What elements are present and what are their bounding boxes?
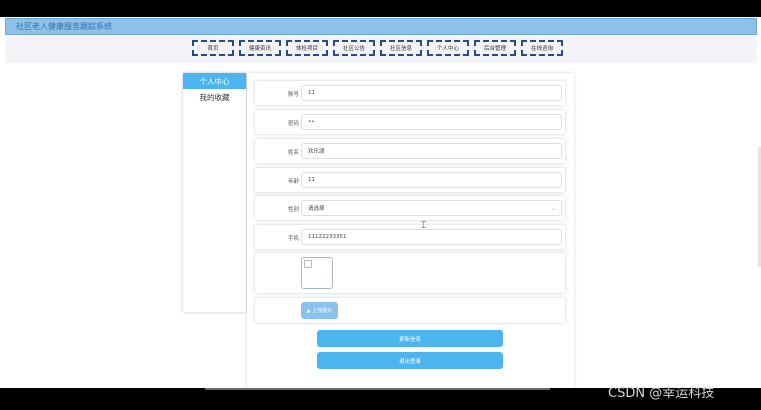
name-row: 姓名 欢乐颂 (255, 139, 565, 163)
account-row: 账号 11 (255, 81, 565, 105)
broken-image-icon (304, 260, 312, 268)
nav-item-checkup[interactable]: 体检项目 (286, 40, 328, 56)
horizontal-scrollbar[interactable] (205, 388, 550, 390)
nav-item-profile[interactable]: 个人中心 (427, 40, 469, 56)
account-label: 账号 (287, 92, 299, 98)
age-row: 年龄 11 (255, 168, 565, 192)
gender-row: 性别 请选择 ⌄ (255, 196, 565, 220)
nav-item-consult[interactable]: 在线咨询 (521, 40, 563, 56)
app-title: 社区老人健康服务跟踪系统 (16, 22, 112, 31)
nav-item-health-news[interactable]: 健康资讯 (239, 40, 281, 56)
avatar-row (255, 253, 565, 293)
profile-form: 账号 11 密码 •• 姓名 欢乐颂 年龄 11 性别 请选择 ⌄ 手机 111… (247, 73, 574, 388)
mouse-cursor-icon: ⌶ (421, 221, 427, 231)
upload-button-label: 上传图片 (312, 308, 333, 314)
app-frame: 社区老人健康服务跟踪系统 首页 健康资讯 体检项目 社区公告 社区信息 个人中心… (0, 17, 761, 388)
upload-row: ▲ 上传图片 (255, 298, 565, 323)
age-label: 年龄 (287, 179, 299, 185)
nav-item-community-info[interactable]: 社区信息 (380, 40, 422, 56)
nav-item-announcements[interactable]: 社区公告 (333, 40, 375, 56)
gender-select[interactable]: 请选择 ⌄ (301, 200, 562, 216)
password-row: 密码 •• (255, 110, 565, 134)
nav-item-home[interactable]: 首页 (192, 40, 234, 56)
title-bar: 社区老人健康服务跟踪系统 (5, 18, 757, 35)
phone-input[interactable]: 11122233351 (301, 229, 562, 245)
watermark: CSDN @幸运科技 (608, 386, 715, 401)
logout-button[interactable]: 退出登录 (317, 352, 503, 369)
chevron-down-icon: ⌄ (550, 205, 556, 212)
gender-select-value: 请选择 (308, 206, 325, 212)
phone-label: 手机 (287, 236, 299, 242)
age-input[interactable]: 11 (301, 172, 562, 188)
upload-icon: ▲ (306, 307, 311, 314)
name-label: 姓名 (287, 150, 299, 156)
avatar-image (301, 257, 333, 289)
name-input[interactable]: 欢乐颂 (301, 143, 562, 159)
password-label: 密码 (287, 121, 299, 127)
top-nav: 首页 健康资讯 体检项目 社区公告 社区信息 个人中心 后台管理 在线咨询 (5, 36, 757, 63)
upload-button[interactable]: ▲ 上传图片 (301, 302, 338, 319)
sidebar-item-profile[interactable]: 个人中心 (183, 73, 246, 89)
update-info-button[interactable]: 更新信息 (317, 330, 503, 347)
sidebar: 个人中心 我的收藏 (183, 73, 246, 312)
phone-row: 手机 11122233351 (255, 225, 565, 249)
gender-label: 性别 (287, 207, 299, 213)
sidebar-item-favorites[interactable]: 我的收藏 (183, 89, 246, 105)
nav-item-admin[interactable]: 后台管理 (474, 40, 516, 56)
account-input[interactable]: 11 (301, 85, 562, 101)
password-input[interactable]: •• (301, 114, 562, 130)
